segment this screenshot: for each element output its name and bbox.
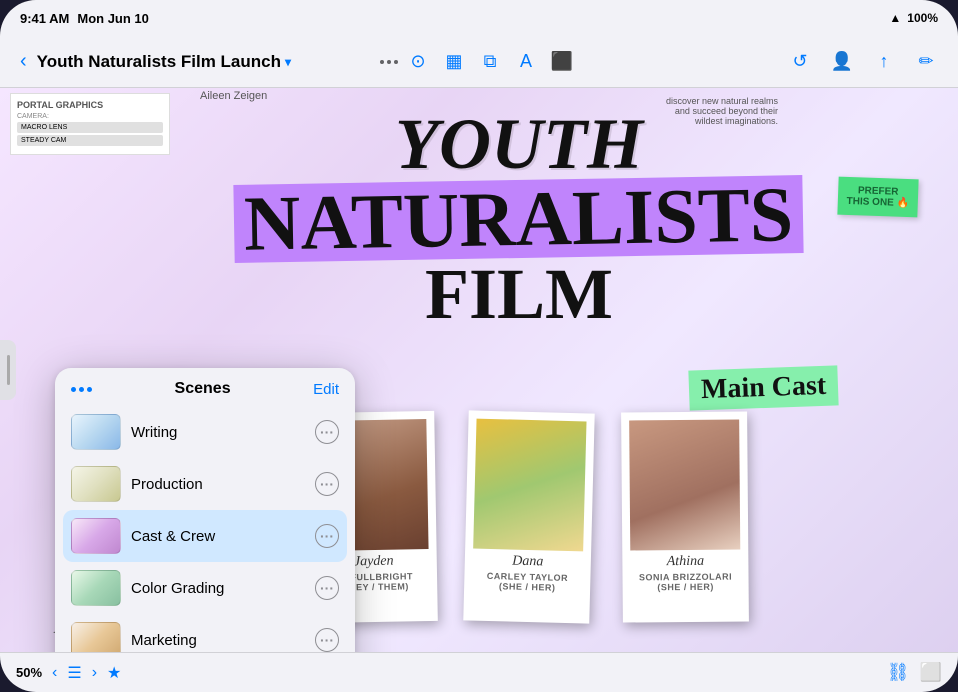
scene-item-color-grading[interactable]: Color Grading ··· <box>63 562 347 614</box>
scene-more-writing[interactable]: ··· <box>315 420 339 444</box>
polaroid-3: Athina SONIA BRIZZOLARI(SHE / HER) <box>621 411 749 622</box>
polaroid-label-3: SONIA BRIZZOLARI(SHE / HER) <box>630 572 740 593</box>
scene-name-cast-crew: Cast & Crew <box>131 528 305 545</box>
scenes-header: Scenes Edit <box>55 368 355 406</box>
scene-more-marketing[interactable]: ··· <box>315 628 339 652</box>
polaroid-label-2: CARLEY TAYLOR(SHE / HER) <box>472 571 582 594</box>
status-bar-left: 9:41 AM Mon Jun 10 <box>20 11 149 26</box>
scenes-list: Writing ··· Production ··· Cast & Crew ·… <box>55 406 355 652</box>
scenes-panel-dots[interactable] <box>71 387 92 392</box>
bottom-toolbar: 50% ‹ ☰ › ★ ⛓ ⬜ <box>0 652 958 692</box>
toolbar-left: ‹ Youth Naturalists Film Launch ▾ <box>16 46 372 77</box>
scene-item-writing[interactable]: Writing ··· <box>63 406 347 458</box>
polaroid-2: Dana CARLEY TAYLOR(SHE / HER) <box>463 410 594 623</box>
scene-thumbnail-production <box>71 466 121 502</box>
list-view-icon[interactable]: ☰ <box>67 663 81 683</box>
lens-tag: MACRO LENS <box>17 122 163 133</box>
sticky-note-text: PREFER THIS ONE 🔥 <box>846 185 909 209</box>
sidebar-handle-line <box>7 355 10 385</box>
history-icon[interactable]: ↺ <box>784 46 816 78</box>
zoom-level[interactable]: 50% <box>16 665 42 680</box>
sticky-note: PREFER THIS ONE 🔥 <box>837 177 918 218</box>
photo-2 <box>473 419 586 552</box>
polaroid-name-3: Athina <box>630 554 740 571</box>
next-page-button[interactable]: › <box>92 664 97 682</box>
link-icon[interactable]: ⛓ <box>887 662 910 683</box>
toolbar-center: ⊙ ▦ ⧉ A ⬛ <box>380 46 578 78</box>
camera-card: PORTAL GRAPHICS CAMERA: MACRO LENS STEAD… <box>10 93 170 155</box>
share-icon[interactable]: ↑ <box>868 46 900 78</box>
date-display: Mon Jun 10 <box>77 11 149 26</box>
scenes-edit-button[interactable]: Edit <box>313 381 339 398</box>
wifi-icon: ▲ <box>889 11 901 25</box>
target-icon[interactable]: ⊙ <box>402 46 434 78</box>
card-title: PORTAL GRAPHICS <box>17 100 163 110</box>
photo-3 <box>629 420 740 551</box>
scene-name-color-grading: Color Grading <box>131 580 305 597</box>
scene-item-cast-crew[interactable]: Cast & Crew ··· <box>63 510 347 562</box>
scene-item-marketing[interactable]: Marketing ··· <box>63 614 347 652</box>
author-name: Aileen Zeigen <box>200 90 267 102</box>
scene-name-production: Production <box>131 476 305 493</box>
polaroid-name-2: Dana <box>473 553 583 572</box>
battery-display: 100% <box>907 11 938 25</box>
scene-thumbnail-writing <box>71 414 121 450</box>
app-toolbar: ‹ Youth Naturalists Film Launch ▾ ⊙ ▦ ⧉ … <box>0 36 958 88</box>
prev-page-button[interactable]: ‹ <box>52 664 57 682</box>
scene-item-production[interactable]: Production ··· <box>63 458 347 510</box>
scene-name-marketing: Marketing <box>131 632 305 649</box>
grid-icon[interactable]: ▦ <box>438 46 470 78</box>
image-icon[interactable]: ⬛ <box>546 46 578 78</box>
layers-icon[interactable]: ⧉ <box>474 46 506 78</box>
text-icon[interactable]: A <box>510 46 542 78</box>
scenes-title: Scenes <box>92 380 313 398</box>
scene-thumbnail-marketing <box>71 622 121 652</box>
main-cast-label: Main Cast <box>688 365 839 410</box>
project-title-text: Youth Naturalists Film Launch <box>37 52 281 72</box>
status-bar: 9:41 AM Mon Jun 10 ▲ 100% <box>0 0 958 36</box>
project-dropdown-chevron[interactable]: ▾ <box>285 55 291 69</box>
scene-name-writing: Writing <box>131 424 305 441</box>
star-icon[interactable]: ★ <box>107 663 121 683</box>
edit-icon[interactable]: ✏ <box>910 46 942 78</box>
scene-thumbnail-color <box>71 570 121 606</box>
title-youth: YOUTH <box>180 108 858 180</box>
status-bar-right: ▲ 100% <box>889 11 938 25</box>
title-film: FILM <box>180 258 858 330</box>
toolbar-right: ↺ 👤 ↑ ✏ <box>586 46 942 78</box>
bottom-toolbar-right: ⛓ ⬜ <box>887 662 942 683</box>
scenes-panel: Scenes Edit Writing ··· Production ··· C… <box>55 368 355 652</box>
time-display: 9:41 AM <box>20 11 69 26</box>
ipad-frame: 9:41 AM Mon Jun 10 ▲ 100% ‹ Youth Natura… <box>0 0 958 692</box>
fullscreen-icon[interactable]: ⬜ <box>920 662 942 683</box>
back-button[interactable]: ‹ <box>16 46 31 77</box>
main-canvas-area: Aileen Zeigen discover new natural realm… <box>0 88 958 652</box>
scene-thumbnail-cast <box>71 518 121 554</box>
scene-more-cast[interactable]: ··· <box>315 524 339 548</box>
project-title: Youth Naturalists Film Launch ▾ <box>37 52 291 72</box>
stabilizer-tag: STEADY CAM <box>17 135 163 146</box>
more-options-dots[interactable] <box>380 60 398 64</box>
title-naturalists: NATURALISTS <box>234 175 804 263</box>
collaborators-icon[interactable]: 👤 <box>826 46 858 78</box>
sidebar-handle[interactable] <box>0 340 16 400</box>
film-title: YOUTH NATURALISTS FILM <box>180 108 858 330</box>
bottom-toolbar-left: 50% ‹ ☰ › ★ <box>16 663 121 683</box>
card-camera-label: CAMERA: <box>17 113 163 120</box>
scene-more-production[interactable]: ··· <box>315 472 339 496</box>
scene-more-color[interactable]: ··· <box>315 576 339 600</box>
